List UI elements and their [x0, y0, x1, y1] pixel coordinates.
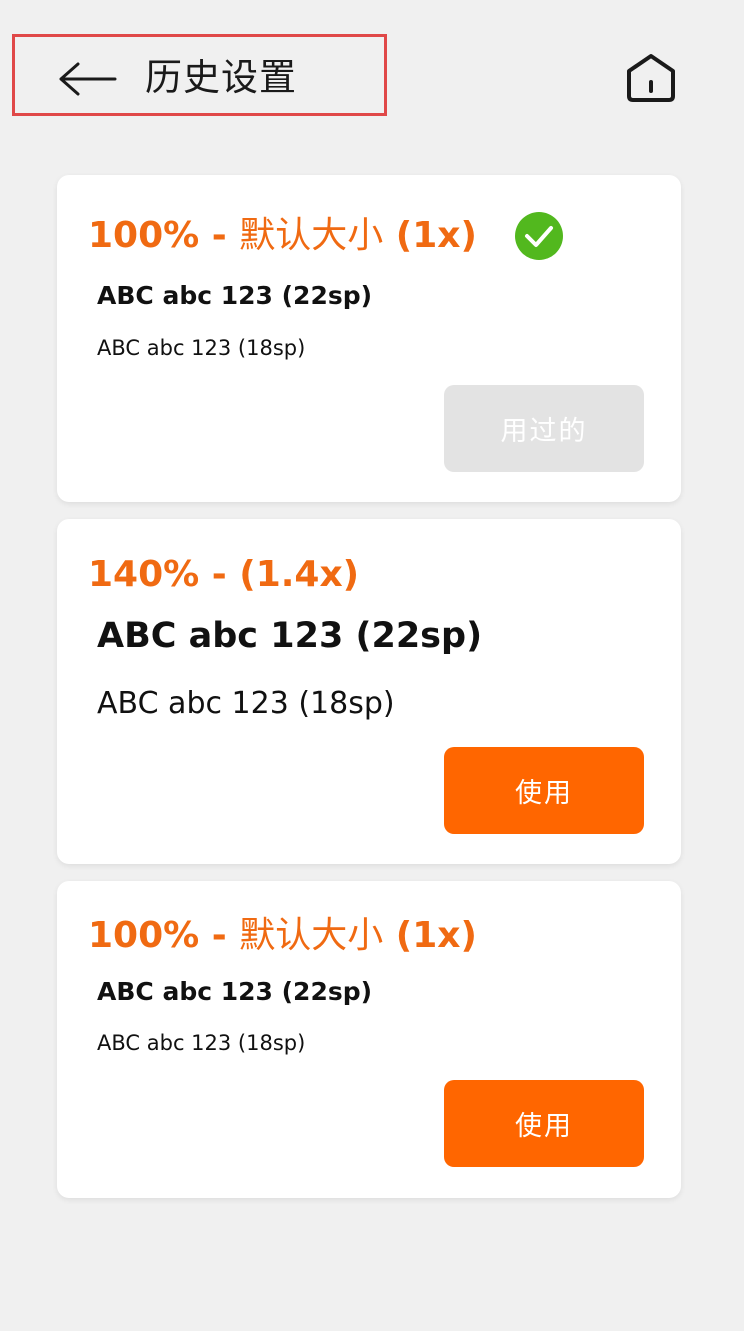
large-text-sample: ABC abc 123 (22sp) [97, 281, 373, 310]
page-title: 历史设置 [145, 56, 297, 99]
scale-multiplier: (1x) [383, 215, 477, 256]
scale-name: 默认大小 [239, 915, 384, 956]
small-text-sample: ABC abc 123 (18sp) [97, 686, 395, 721]
scale-title: 140% - (1.4x) [88, 557, 359, 593]
small-text-sample: ABC abc 123 (18sp) [97, 1031, 306, 1055]
scale-multiplier: (1x) [383, 915, 477, 956]
scale-option-card: 140% - (1.4x) ABC abc 123 (22sp) ABC abc… [57, 519, 681, 864]
top-bar: 历史设置 [0, 0, 744, 150]
check-circle-icon [515, 212, 563, 260]
use-button[interactable]: 使用 [444, 747, 644, 834]
scale-percent: 100% - [88, 215, 240, 256]
scale-title: 100% - 默认大小 (1x) [88, 918, 477, 954]
scale-option-card: 100% - 默认大小 (1x) ABC abc 123 (22sp) ABC … [57, 175, 681, 502]
scale-percent: 140% - [88, 554, 240, 595]
arrow-left-icon[interactable] [58, 60, 118, 98]
use-button[interactable]: 使用 [444, 1080, 644, 1167]
home-icon[interactable] [624, 52, 678, 104]
large-text-sample: ABC abc 123 (22sp) [97, 977, 373, 1006]
scale-name: 默认大小 [239, 215, 384, 256]
used-button: 用过的 [444, 385, 644, 472]
scale-percent: 100% - [88, 915, 240, 956]
scale-multiplier: (1.4x) [239, 554, 360, 595]
scale-option-card: 100% - 默认大小 (1x) ABC abc 123 (22sp) ABC … [57, 881, 681, 1198]
small-text-sample: ABC abc 123 (18sp) [97, 336, 306, 360]
large-text-sample: ABC abc 123 (22sp) [97, 616, 483, 656]
scale-title: 100% - 默认大小 (1x) [88, 218, 477, 254]
